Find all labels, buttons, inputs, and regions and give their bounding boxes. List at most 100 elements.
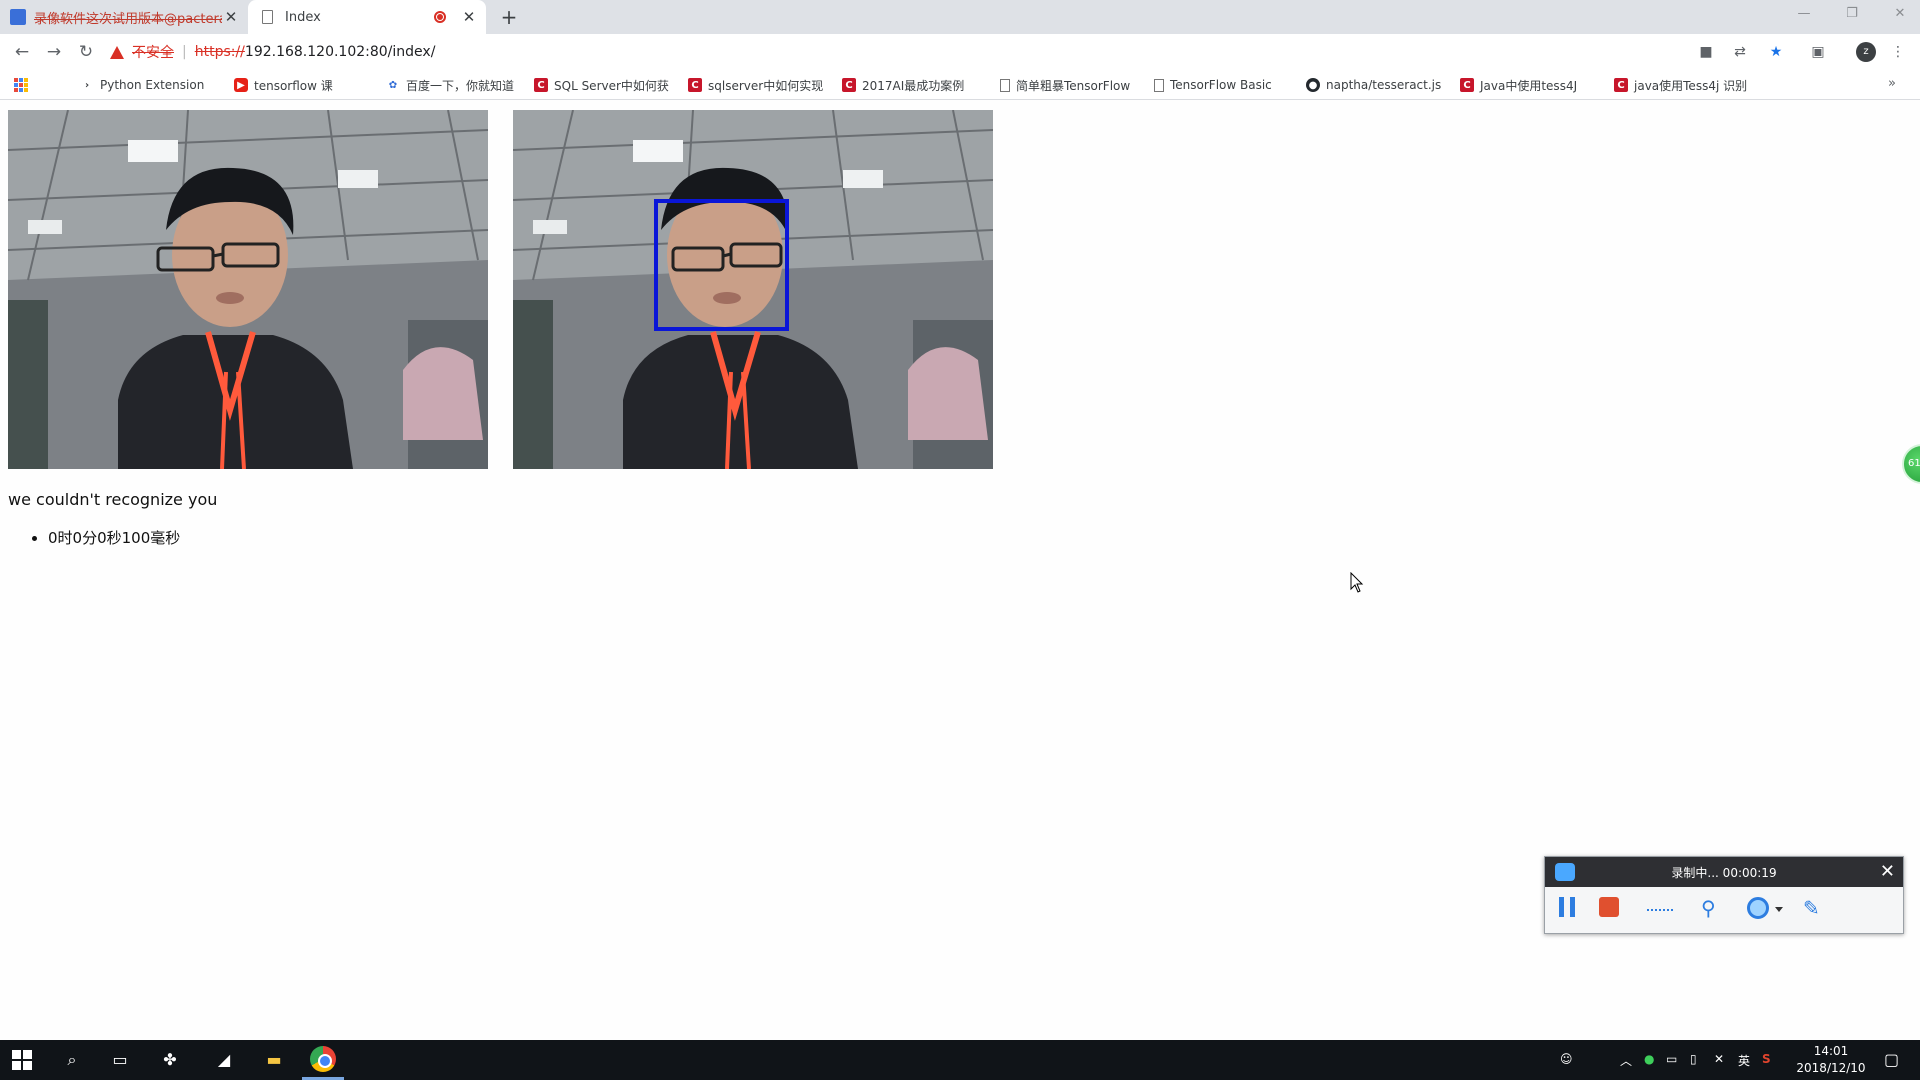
clock-time: 14:01 — [1813, 1044, 1849, 1058]
browser-tab-strip: 录像软件这次试用版本@pactera ✕ Index ✕ + — ❐ ✕ — [0, 0, 1920, 34]
search-icon[interactable]: ⌕ — [60, 1048, 84, 1072]
list-item: 0时0分0秒100毫秒 — [48, 527, 180, 548]
app-icon[interactable]: ✤ — [158, 1048, 182, 1072]
reload-button[interactable]: ↻ — [74, 40, 98, 64]
battery-icon[interactable]: ▭ — [1666, 1052, 1677, 1066]
pause-icon[interactable] — [1559, 897, 1575, 917]
bookmark-item[interactable]: C java使用Tess4j 识别 — [1614, 76, 1747, 94]
timing-list: 0时0分0秒100毫秒 — [48, 527, 180, 548]
bookmark-item[interactable]: › Python Extension — [80, 76, 204, 94]
bookmark-item[interactable]: ✿ 百度一下，你就知道 — [386, 76, 514, 94]
document-icon — [262, 10, 273, 24]
side-assistant-badge[interactable]: 61 — [1902, 444, 1920, 484]
bookmark-label: sqlserver中如何实现 — [708, 78, 824, 93]
restore-icon[interactable]: ❐ — [1832, 6, 1872, 21]
more-bookmarks-icon[interactable]: » — [1888, 76, 1896, 91]
url-text: 192.168.120.102:80/index/ — [244, 44, 436, 60]
bookmark-item[interactable]: C SQL Server中如何获 — [534, 76, 669, 94]
audio-level-icon[interactable] — [1647, 909, 1673, 911]
csdn-icon: C — [1460, 78, 1474, 92]
recorder-toolbar: ⚲ ✎ — [1545, 887, 1903, 933]
input-method[interactable]: 英 — [1738, 1052, 1750, 1069]
video-icon: ▶ — [234, 78, 248, 92]
network-icon[interactable]: ▯ — [1690, 1052, 1697, 1066]
warning-icon — [110, 45, 124, 59]
bookmark-star-icon[interactable]: ★ — [1766, 42, 1786, 62]
bookmark-label: 百度一下，你就知道 — [406, 78, 515, 93]
bookmark-label: Python Extension — [100, 78, 205, 92]
chrome-icon[interactable] — [310, 1046, 336, 1072]
document-icon — [1000, 78, 1010, 92]
start-icon[interactable] — [12, 1050, 32, 1070]
close-icon[interactable]: ✕ — [460, 8, 478, 26]
bookmark-label: 简单粗暴TensorFlow — [1016, 78, 1131, 93]
window-close-icon[interactable]: ✕ — [1880, 6, 1920, 21]
app-icon[interactable]: ◢ — [212, 1048, 236, 1072]
chevron-up-icon[interactable]: ︿ — [1620, 1052, 1632, 1069]
avatar[interactable]: z — [1856, 42, 1876, 62]
zoom-icon[interactable] — [1747, 897, 1769, 919]
security-label: 不安全 — [132, 45, 174, 61]
screen-recorder-panel: 录制中... 00:00:19 ✕ ⚲ ✎ — [1544, 856, 1904, 934]
forward-button[interactable]: → — [42, 40, 66, 64]
stop-icon[interactable] — [1599, 897, 1619, 917]
volume-muted-icon[interactable]: ✕ — [1714, 1052, 1724, 1066]
sogou-icon[interactable]: S — [1762, 1052, 1771, 1066]
bookmark-label: Java中使用tess4J — [1480, 78, 1578, 93]
bookmark-item[interactable]: 简单粗暴TensorFlow — [1000, 76, 1130, 94]
bookmark-label: naptha/tesseract.js — [1326, 78, 1442, 92]
task-view-icon[interactable]: ▭ — [108, 1048, 132, 1072]
detection-feed — [513, 110, 993, 469]
tab-label: Index — [285, 9, 321, 25]
tab-index[interactable]: Index ✕ — [248, 0, 486, 34]
recording-indicator-icon — [434, 11, 446, 23]
bookmark-item[interactable]: ● naptha/tesseract.js — [1306, 76, 1441, 94]
minimize-icon[interactable]: — — [1784, 6, 1824, 21]
translate-icon[interactable]: ⇄ — [1730, 42, 1750, 62]
wechat-icon[interactable]: ● — [1644, 1052, 1654, 1066]
tab-recorder[interactable]: 录像软件这次试用版本@pactera ✕ — [4, 0, 248, 34]
back-button[interactable]: ← — [10, 40, 34, 64]
notification-icon[interactable]: ▢ — [1884, 1050, 1899, 1069]
apps-icon[interactable] — [14, 78, 28, 92]
code-icon: › — [84, 79, 90, 91]
bookmark-item[interactable]: ▶ tensorflow 课 — [234, 76, 333, 94]
bookmark-item[interactable]: C sqlserver中如何实现 — [688, 76, 823, 94]
csdn-icon: C — [688, 78, 702, 92]
pen-icon[interactable]: ✎ — [1803, 897, 1827, 919]
recorder-title-bar: 录制中... 00:00:19 ✕ — [1545, 857, 1903, 887]
close-icon[interactable]: ✕ — [222, 8, 240, 26]
url-scheme: https:// — [194, 44, 245, 60]
pin-icon[interactable]: ⚲ — [1701, 897, 1721, 919]
detection-frame-illustration — [513, 110, 993, 469]
new-tab-button[interactable]: + — [496, 4, 522, 30]
recorder-status: 录制中... 00:00:19 — [1671, 865, 1777, 880]
bookmark-label: tensorflow 课 — [254, 78, 333, 93]
bookmarks-bar: › Python Extension ▶ tensorflow 课 ✿ 百度一下… — [0, 70, 1920, 100]
github-icon: ● — [1306, 78, 1320, 92]
bookmark-label: 2017AI最成功案例 — [862, 78, 965, 93]
chevron-down-icon[interactable] — [1775, 907, 1783, 912]
browser-toolbar: ← → ↻ 不安全 | https:// 192.168.120.102:80/… — [0, 34, 1920, 70]
menu-icon[interactable]: ⋮ — [1888, 42, 1908, 62]
file-explorer-icon[interactable]: ▬ — [262, 1048, 286, 1072]
bookmark-item[interactable]: C 2017AI最成功案例 — [842, 76, 964, 94]
divider: | — [182, 44, 187, 60]
system-clock[interactable]: 14:01 2018/12/10 — [1786, 1043, 1876, 1077]
close-icon[interactable]: ✕ — [1880, 861, 1895, 882]
bookmark-item[interactable]: C Java中使用tess4J — [1460, 76, 1577, 94]
bookmark-item[interactable]: TensorFlow Basic — [1154, 76, 1272, 94]
csdn-icon: C — [534, 78, 548, 92]
tab-label: 录像软件这次试用版本@pactera — [34, 11, 222, 27]
csdn-icon: C — [842, 78, 856, 92]
csdn-icon: C — [1614, 78, 1628, 92]
webcam-frame-illustration — [8, 110, 488, 469]
recorder-favicon-icon — [10, 9, 26, 25]
bookmark-label: TensorFlow Basic — [1170, 78, 1272, 92]
address-bar[interactable]: 不安全 | https:// 192.168.120.102:80/index/ — [110, 37, 1690, 67]
recorder-camera-icon — [1555, 863, 1575, 881]
people-icon[interactable]: ☺ — [1560, 1052, 1573, 1066]
clock-date: 2018/12/10 — [1796, 1061, 1866, 1075]
camera-icon[interactable]: ■ — [1696, 42, 1716, 62]
extension-icon[interactable]: ▣ — [1808, 42, 1828, 62]
